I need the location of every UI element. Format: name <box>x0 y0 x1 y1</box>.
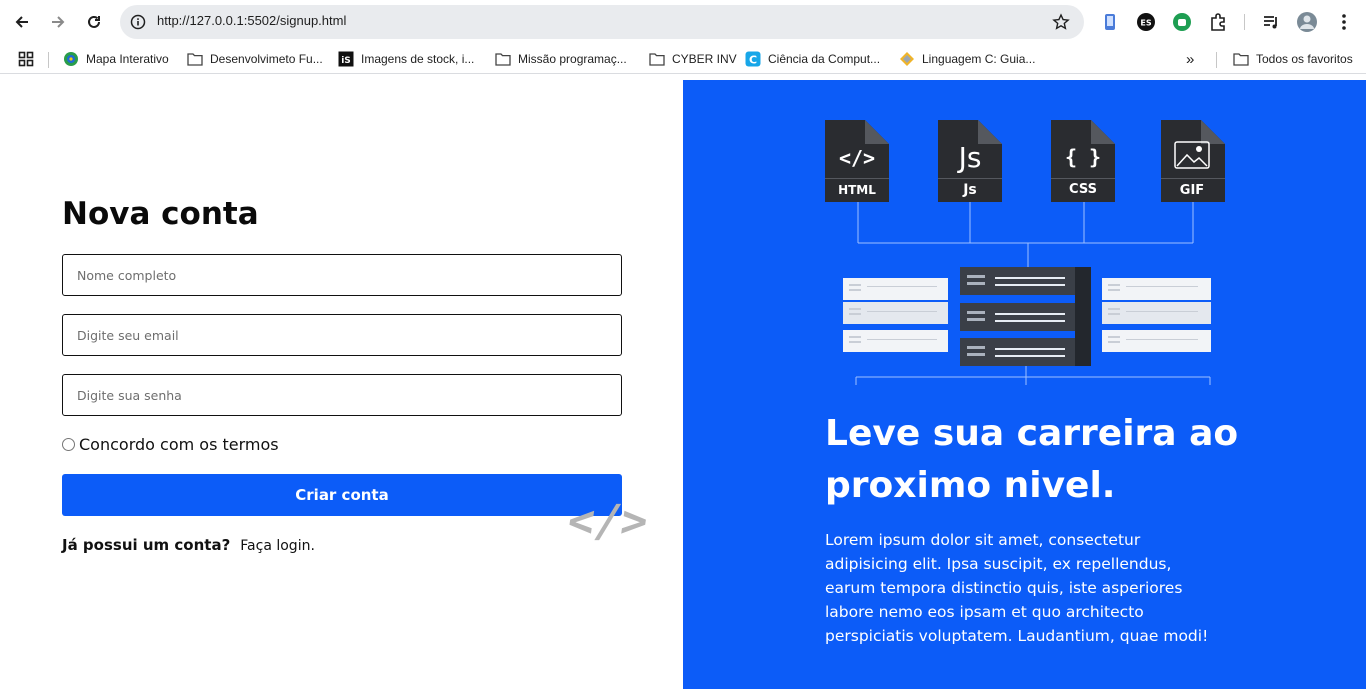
terms-option[interactable]: Concordo com os termos <box>62 435 279 454</box>
file-label: CSS <box>1069 182 1097 197</box>
server-rack-right <box>1102 278 1211 352</box>
bookmark-label: Mapa Interativo <box>86 52 169 66</box>
create-account-button[interactable]: Criar conta <box>62 474 622 516</box>
forward-button[interactable] <box>44 8 72 36</box>
file-glyph: </> <box>839 146 875 170</box>
istock-favicon-icon: iS <box>338 51 354 67</box>
toolbar-divider <box>1244 14 1245 30</box>
file-label: GIF <box>1180 183 1204 198</box>
extensions-puzzle-icon[interactable] <box>1207 11 1229 33</box>
extension-es-icon[interactable]: ES <box>1135 11 1157 33</box>
chevron-double-right-icon: » <box>1186 50 1195 68</box>
terms-radio[interactable] <box>62 438 75 451</box>
server-illustration: </> HTML Js Js { } CSS GIF <box>825 120 1225 385</box>
hero-title: Leve sua carreira ao proximo nivel. <box>825 413 1239 506</box>
login-prompt: Já possui um conta? Faça login. <box>62 536 315 554</box>
all-bookmarks-folder[interactable]: Todos os favoritos <box>1233 50 1353 68</box>
apps-grid-icon[interactable] <box>18 50 34 68</box>
server-rack-left <box>843 278 948 352</box>
url-text[interactable]: http://127.0.0.1:5502/signup.html <box>157 13 346 28</box>
file-label: HTML <box>838 183 876 197</box>
bookmark-desenvolvimento[interactable]: Desenvolvimeto Fu... <box>187 50 323 68</box>
bookmark-label: Desenvolvimeto Fu... <box>210 52 323 66</box>
bookmark-istock[interactable]: iS Imagens de stock, i... <box>338 50 474 68</box>
profile-avatar[interactable] <box>1296 11 1318 33</box>
bookmark-label: Linguagem C: Guia... <box>922 52 1036 66</box>
login-link[interactable]: Faça login. <box>240 538 315 554</box>
bookmark-missao[interactable]: Missão programaç... <box>495 50 627 68</box>
gif-file-icon: GIF <box>1161 120 1225 202</box>
bookmarks-bar: Mapa Interativo Desenvolvimeto Fu... iS … <box>0 44 1366 74</box>
diamond-favicon-icon <box>899 51 915 67</box>
bookmark-label: Imagens de stock, i... <box>361 52 475 66</box>
bookmarks-overflow-button[interactable]: » <box>1186 50 1194 68</box>
hero-panel: </> HTML Js Js { } CSS GIF Leve sua carr… <box>683 80 1366 689</box>
code-brackets-icon: </> <box>564 496 652 547</box>
bookmark-label: Todos os favoritos <box>1256 52 1353 66</box>
html-file-icon: </> HTML <box>825 120 889 202</box>
page-title: Nova conta <box>62 196 259 232</box>
css-file-icon: { } CSS <box>1051 120 1115 202</box>
c-favicon-icon: C <box>745 51 761 67</box>
site-info-icon[interactable] <box>128 12 148 32</box>
password-field[interactable] <box>62 374 622 416</box>
bookmark-linguagem-c[interactable]: Linguagem C: Guia... <box>899 50 1035 68</box>
address-bar[interactable]: http://127.0.0.1:5502/signup.html <box>120 5 1084 39</box>
bookmark-label: CYBER INV <box>672 52 737 66</box>
file-glyph: Js <box>957 141 982 174</box>
folder-icon <box>495 51 511 67</box>
bookmarks-divider <box>1216 52 1217 68</box>
signup-panel: Nova conta Concordo com os termos Criar … <box>0 80 683 689</box>
map-favicon-icon <box>63 51 79 67</box>
hero-description: Lorem ipsum dolor sit amet, consectetur … <box>825 531 1209 645</box>
star-icon[interactable] <box>1052 13 1070 31</box>
browser-toolbar: http://127.0.0.1:5502/signup.html ES <box>0 0 1366 44</box>
email-field[interactable] <box>62 314 622 356</box>
bookmark-cyber-inv[interactable]: CYBER INV <box>649 50 737 68</box>
bookmarks-divider <box>48 52 49 68</box>
file-label: Js <box>962 182 977 198</box>
folder-icon <box>1233 51 1249 67</box>
menu-kebab-icon[interactable] <box>1333 11 1355 33</box>
folder-icon <box>649 51 665 67</box>
reload-button[interactable] <box>80 8 108 36</box>
bookmark-label: Ciência da Comput... <box>768 52 881 66</box>
file-glyph: { } <box>1065 145 1101 169</box>
bookmark-label: Missão programaç... <box>518 52 627 66</box>
arrow-left-icon <box>15 16 28 28</box>
js-file-icon: Js Js <box>938 120 1002 202</box>
back-button[interactable] <box>8 8 36 36</box>
folder-icon <box>187 51 203 67</box>
server-rack-center <box>960 267 1091 366</box>
extension-android-icon[interactable] <box>1171 11 1193 33</box>
name-field[interactable] <box>62 254 622 296</box>
signup-page: Nova conta Concordo com os termos Criar … <box>0 80 1366 689</box>
login-question: Já possui um conta? <box>62 536 231 554</box>
bookmark-ciencia[interactable]: C Ciência da Comput... <box>745 50 880 68</box>
svg-text:iS: iS <box>341 56 351 66</box>
arrow-right-icon <box>52 16 65 28</box>
terms-label: Concordo com os termos <box>79 435 279 454</box>
svg-text:C: C <box>749 54 757 67</box>
bookmark-mapa-interativo[interactable]: Mapa Interativo <box>63 50 169 68</box>
svg-text:ES: ES <box>1140 19 1151 28</box>
extension-phone-icon[interactable] <box>1099 11 1121 33</box>
reading-list-icon[interactable] <box>1260 11 1282 33</box>
reload-icon <box>88 15 100 28</box>
